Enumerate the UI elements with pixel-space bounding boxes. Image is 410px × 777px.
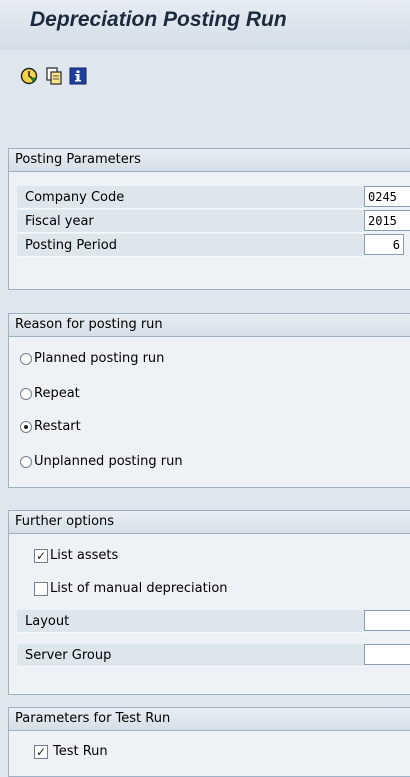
unplanned-posting-run-radio[interactable] (20, 456, 32, 468)
restart-label[interactable]: Restart (34, 417, 81, 437)
info-icon[interactable] (68, 66, 88, 86)
execute-icon[interactable] (19, 66, 39, 86)
planned-posting-run-label[interactable]: Planned posting run (34, 349, 164, 369)
page-title: Depreciation Posting Run (30, 8, 287, 31)
repeat-radio[interactable] (20, 388, 32, 400)
repeat-label[interactable]: Repeat (34, 384, 80, 404)
further-options-group: Further options (8, 510, 410, 695)
list-assets-checkbox[interactable]: ✓ (34, 549, 48, 563)
list-assets-label[interactable]: List assets (50, 546, 118, 566)
layout-field[interactable] (364, 610, 410, 631)
further-options-header: Further options (9, 511, 410, 534)
fiscal-year-label: Fiscal year (17, 210, 364, 233)
posting-period-label: Posting Period (17, 234, 364, 257)
posting-parameters-header: Posting Parameters (9, 149, 410, 172)
title-bar: Depreciation Posting Run (0, 0, 410, 50)
posting-period-field[interactable]: 6 (364, 234, 404, 255)
test-run-label[interactable]: Test Run (53, 742, 108, 762)
test-run-checkbox[interactable]: ✓ (34, 745, 48, 759)
list-manual-depreciation-label[interactable]: List of manual depreciation (50, 579, 228, 599)
company-code-label: Company Code (17, 186, 364, 209)
fiscal-year-field[interactable]: 2015 (364, 210, 410, 231)
reason-header: Reason for posting run (9, 314, 410, 337)
layout-label: Layout (17, 610, 364, 633)
list-manual-depreciation-checkbox[interactable] (34, 582, 48, 596)
restart-radio[interactable] (20, 421, 32, 433)
application-toolbar (0, 50, 410, 96)
planned-posting-run-radio[interactable] (20, 353, 32, 365)
company-code-field[interactable]: 0245 (364, 186, 410, 207)
server-group-field[interactable] (364, 644, 410, 665)
copy-variant-icon[interactable] (44, 66, 64, 86)
unplanned-posting-run-label[interactable]: Unplanned posting run (34, 452, 183, 472)
server-group-label: Server Group (17, 644, 364, 667)
test-run-header: Parameters for Test Run (9, 708, 410, 731)
